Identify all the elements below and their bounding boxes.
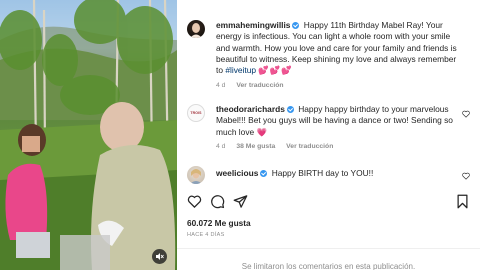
comment-heart-icon[interactable] [462, 172, 470, 180]
comment-username[interactable]: weelicious [216, 168, 258, 178]
post-media[interactable] [0, 0, 177, 270]
divider [177, 248, 480, 249]
comments-limited-notice: Se limitaron los comentarios en esta pub… [241, 262, 416, 270]
share-icon[interactable] [233, 194, 248, 209]
comment-body: emmahemingwillis Happy 11th Birthday Mab… [216, 20, 462, 76]
verified-badge-icon [292, 22, 300, 29]
bookmark-icon[interactable] [455, 194, 470, 209]
comment: weelicious Happy BIRTH day to YOU!! [187, 166, 480, 186]
see-translation-link[interactable]: Ver traducción [236, 82, 283, 89]
likes-count[interactable]: 60.072 Me gusta [187, 218, 251, 228]
post-photo-scene [0, 0, 177, 270]
heart-emoji: 💕💕💕 [258, 65, 293, 76]
comment-meta: 4 d 38 Me gusta Ver traducción [216, 143, 342, 150]
comment-username[interactable]: theodorarichards [216, 104, 285, 114]
avatar[interactable]: TROIS [187, 104, 205, 122]
avatar-logo-text: TROIS [190, 111, 202, 115]
heart-emoji: 💗 [256, 126, 268, 137]
comment-icon[interactable] [210, 194, 225, 209]
comment-body: weelicious Happy BIRTH day to YOU!! [216, 168, 462, 179]
comments-panel: emmahemingwillis Happy 11th Birthday Mab… [177, 0, 480, 270]
comment-username[interactable]: emmahemingwillis [216, 20, 290, 30]
comment-time: 4 d [216, 143, 226, 150]
comment-meta: 4 d Ver traducción [216, 82, 293, 89]
comment: TROIS theodorarichards Happy happy birth… [187, 104, 480, 156]
comment-likes[interactable]: 38 Me gusta [236, 143, 275, 150]
mute-button[interactable] [152, 249, 167, 264]
post-date: HACE 4 DÍAS [187, 232, 225, 238]
post-actions [187, 194, 470, 210]
verified-badge-icon [260, 170, 268, 177]
comment-time: 4 d [216, 82, 226, 89]
comment-heart-icon[interactable] [462, 110, 470, 118]
comment-body: theodorarichards Happy happy birthday to… [216, 104, 462, 138]
heart-icon[interactable] [187, 194, 202, 209]
avatar[interactable] [187, 166, 205, 184]
avatar-photo [190, 169, 202, 184]
verified-badge-icon [286, 106, 294, 113]
muted-speaker-icon [156, 253, 164, 260]
avatar[interactable] [187, 20, 205, 38]
see-translation-link[interactable]: Ver traducción [286, 143, 333, 150]
hashtag-link[interactable]: #liveitup [225, 65, 256, 75]
avatar-photo [190, 23, 202, 38]
comment-text: Happy BIRTH day to YOU!! [271, 168, 374, 178]
comment-caption: emmahemingwillis Happy 11th Birthday Mab… [187, 20, 480, 100]
instagram-post-view: emmahemingwillis Happy 11th Birthday Mab… [0, 0, 480, 270]
